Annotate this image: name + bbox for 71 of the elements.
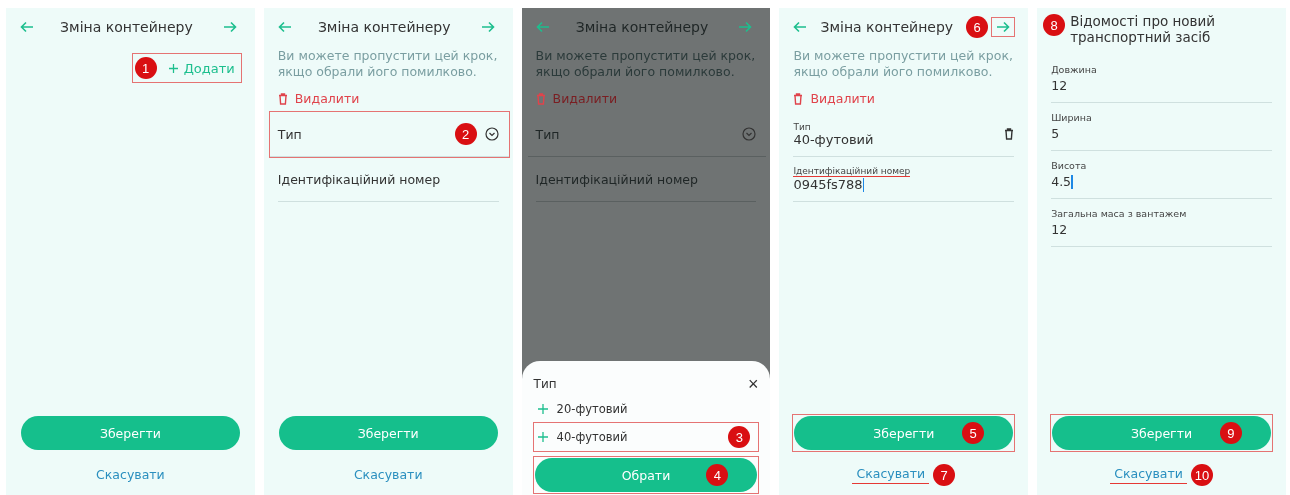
field-value: 40-футовий <box>793 131 875 147</box>
field-value: 4.5 <box>1051 174 1074 190</box>
field-label: Тип <box>535 126 561 142</box>
field-label: Ідентифікаційний номер <box>277 171 442 187</box>
step-number-badge: 1 <box>134 57 157 79</box>
field-value: 12 <box>1051 78 1069 94</box>
back-arrow-icon[interactable] <box>277 21 292 33</box>
section-heading: Відомості про новий транспортний засіб <box>1070 14 1217 46</box>
input-field[interactable]: Довжина 12 <box>1051 55 1272 104</box>
delete-button[interactable]: Видалити <box>277 91 360 107</box>
screen-title: Зміна контейнеру <box>317 19 451 35</box>
screen-title: Зміна контейнеру <box>60 19 193 35</box>
input-field[interactable]: Ідентифікаційний номер 0945fs788 <box>793 157 1015 203</box>
field-label: Висота <box>1051 160 1087 172</box>
save-button[interactable]: Зберегти <box>21 416 240 450</box>
step-number-badge: 3 <box>728 426 751 448</box>
sheet-title: Тип <box>533 377 557 391</box>
input-field[interactable]: Загальна маса з вантажем 12 <box>1051 199 1272 248</box>
hint-text: Ви можете пропустити цей крок, якщо обрали його помилково. <box>535 48 757 80</box>
step-number-badge: 2 <box>454 123 477 146</box>
back-arrow-icon[interactable] <box>793 21 808 33</box>
field-label: Тип <box>277 126 303 142</box>
cancel-link[interactable]: Скасувати <box>852 466 930 484</box>
delete-button[interactable]: Видалити <box>793 91 875 107</box>
field-label: Ідентифікаційний номер <box>535 171 699 187</box>
step-number-badge: 7 <box>933 464 956 486</box>
back-arrow-icon[interactable] <box>535 21 550 33</box>
select-field[interactable]: Тип 2 <box>269 112 509 158</box>
option-item[interactable]: 40-футовий 3 <box>533 423 759 451</box>
input-field[interactable]: Ідентифікаційний номер <box>277 157 499 203</box>
field-label: Ідентифікаційний номер <box>793 166 911 178</box>
forward-button[interactable] <box>992 18 1015 36</box>
step-number-badge: 8 <box>1043 14 1066 36</box>
plus-icon <box>537 432 548 442</box>
forward-arrow-icon[interactable] <box>738 21 753 33</box>
add-button[interactable]: Додати <box>168 60 235 76</box>
cancel-link[interactable]: Скасувати <box>1110 466 1187 484</box>
save-button[interactable]: Зберегти <box>278 416 498 450</box>
cancel-link[interactable]: Скасувати <box>92 466 169 484</box>
select-field[interactable]: Тип <box>527 112 767 158</box>
text-cursor <box>862 177 865 192</box>
field-label: Ширина <box>1051 112 1092 124</box>
text-cursor <box>1071 174 1073 189</box>
option-item[interactable]: 20-футовий <box>533 395 759 423</box>
plus-icon <box>537 404 548 414</box>
hint-text: Ви можете пропустити цей крок, якщо обрали його помилково. <box>277 48 499 80</box>
screen-title: Зміна контейнеру <box>575 19 709 35</box>
input-field[interactable]: Ширина 5 <box>1051 103 1272 152</box>
cancel-link[interactable]: Скасувати <box>349 466 427 484</box>
forward-arrow-icon[interactable] <box>222 21 237 33</box>
input-field[interactable]: Висота 4.5 <box>1051 151 1272 200</box>
delete-button[interactable]: Видалити <box>535 91 618 107</box>
plus-icon <box>168 63 178 73</box>
forward-arrow-icon[interactable] <box>996 21 1011 33</box>
step-number-badge: 10 <box>1190 464 1213 486</box>
field-value: 12 <box>1051 222 1069 238</box>
screen-title: Зміна контейнеру <box>820 19 954 35</box>
input-field[interactable]: Ідентифікаційний номер <box>535 157 757 203</box>
close-button[interactable]: × <box>747 375 759 393</box>
field-label: Загальна маса з вантажем <box>1051 208 1187 220</box>
trash-icon[interactable] <box>1004 128 1015 141</box>
field-value: 0945fs788 <box>793 177 866 193</box>
step-number-badge: 6 <box>966 16 989 38</box>
field-value: 5 <box>1051 126 1061 142</box>
hint-text: Ви можете пропустити цей крок, якщо обрали його помилково. <box>793 48 1014 80</box>
back-arrow-icon[interactable] <box>20 21 34 33</box>
select-field[interactable]: Тип 40-футовий <box>793 112 1015 158</box>
field-label: Довжина <box>1051 64 1097 76</box>
chevron-down-circle-icon[interactable] <box>484 127 499 142</box>
field-label: Тип <box>793 121 811 132</box>
forward-arrow-icon[interactable] <box>480 21 495 33</box>
